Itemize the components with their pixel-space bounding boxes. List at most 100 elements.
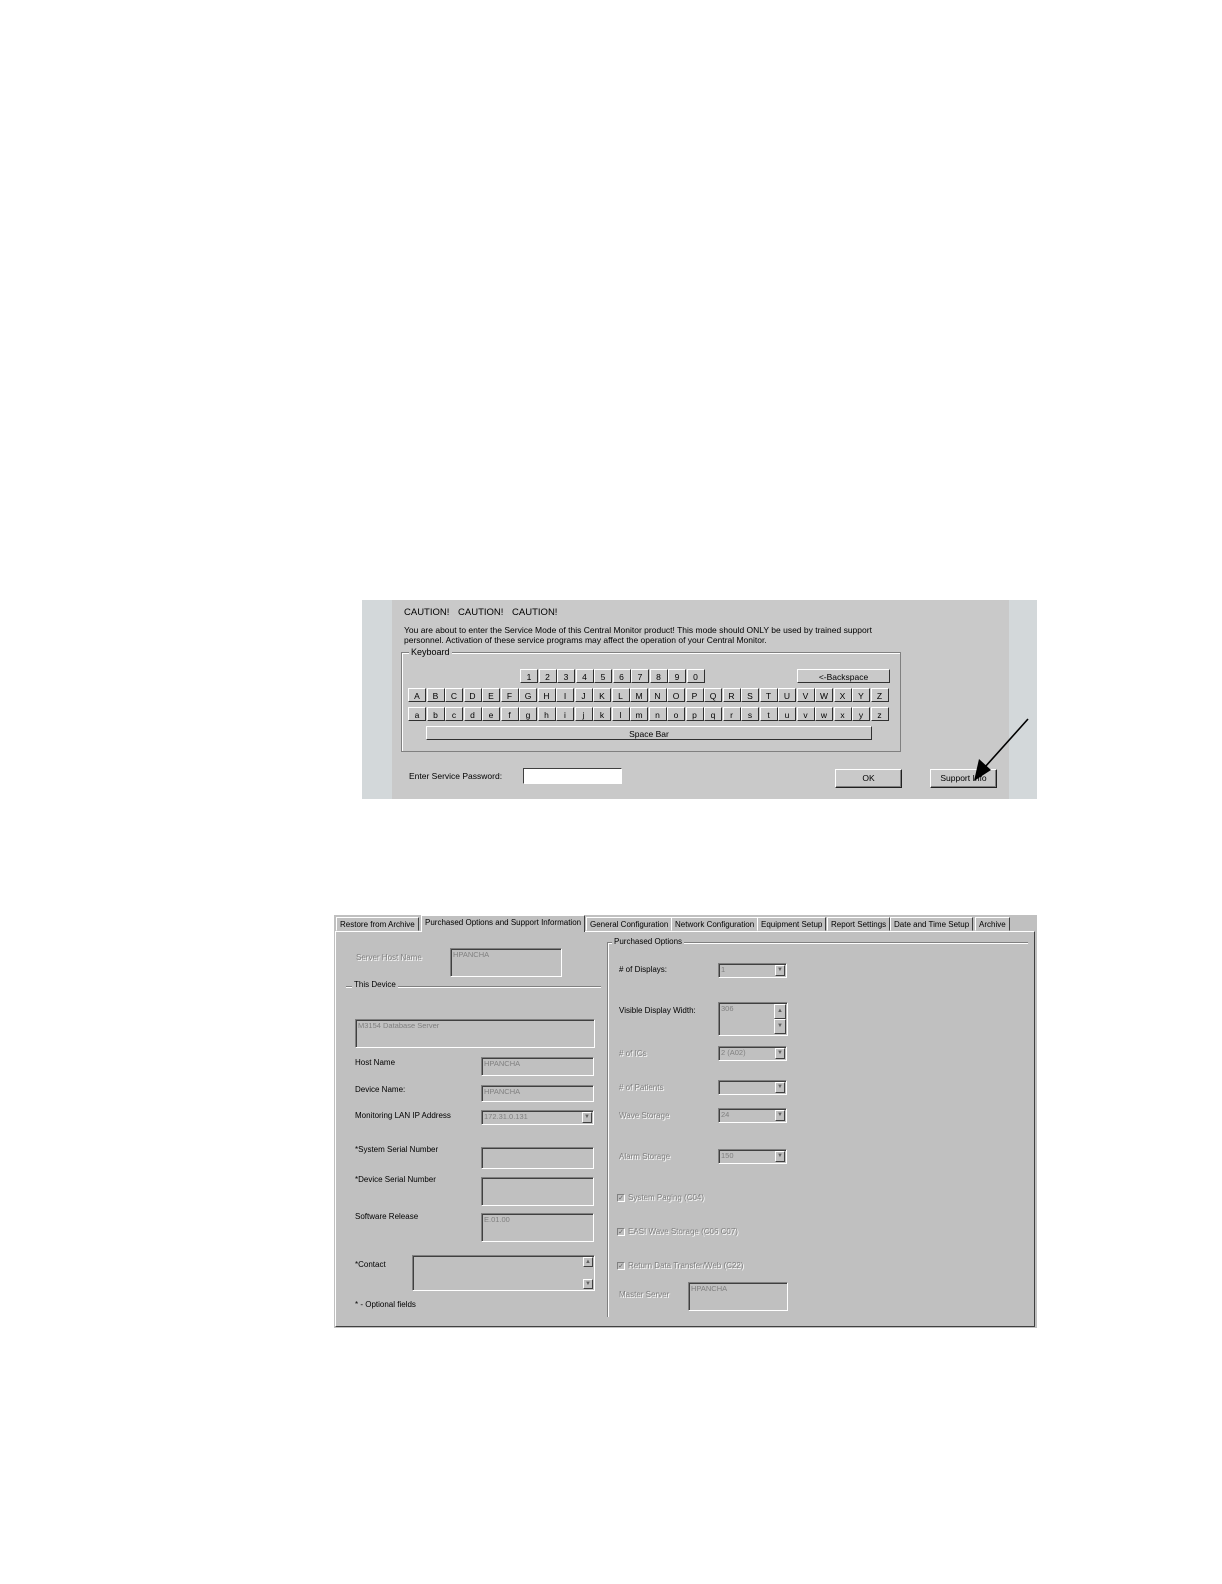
displays-combo[interactable]: 1 ▼: [718, 963, 787, 978]
chevron-down-icon[interactable]: ▼: [582, 1112, 592, 1123]
lan-ip-label: Monitoring LAN IP Address: [355, 1111, 451, 1120]
digit-key[interactable]: 5: [594, 669, 612, 683]
digit-key[interactable]: 7: [631, 669, 649, 683]
letter-key-lowercase[interactable]: w: [815, 707, 833, 721]
letter-key-lowercase[interactable]: r: [722, 707, 741, 721]
letter-key-lowercase[interactable]: m: [630, 707, 648, 721]
display-width-spinner[interactable]: 306 ▲ ▼: [718, 1002, 788, 1036]
device-name-label: Device Name:: [355, 1085, 406, 1094]
letter-key-uppercase[interactable]: X: [833, 688, 852, 702]
letter-key-uppercase[interactable]: F: [500, 688, 519, 702]
digit-key[interactable]: 0: [686, 669, 705, 683]
digit-key[interactable]: 8: [649, 669, 668, 683]
letter-key-lowercase[interactable]: e: [482, 707, 500, 721]
letter-key-uppercase[interactable]: B: [426, 688, 445, 702]
ok-button[interactable]: OK: [835, 769, 902, 788]
letter-key-uppercase[interactable]: Q: [704, 688, 722, 702]
letter-key-uppercase[interactable]: C: [445, 688, 463, 702]
letter-key-lowercase[interactable]: a: [408, 707, 426, 721]
displays-label: # of Displays:: [619, 965, 668, 974]
letter-key-uppercase[interactable]: W: [815, 688, 833, 702]
digit-key[interactable]: 1: [520, 669, 538, 683]
letter-key-uppercase[interactable]: I: [556, 688, 574, 702]
letter-key-uppercase[interactable]: D: [463, 688, 482, 702]
tab-archive[interactable]: Archive: [975, 917, 1010, 931]
tab-restore-from-archive[interactable]: Restore from Archive: [336, 917, 419, 931]
caution-message: You are about to enter the Service Mode …: [404, 625, 872, 645]
tab-report-settings[interactable]: Report Settings: [827, 917, 891, 931]
letter-key-uppercase[interactable]: G: [519, 688, 537, 702]
letter-key-uppercase[interactable]: S: [741, 688, 759, 702]
lan-ip-combo[interactable]: 172.31.0.131 ▼: [481, 1110, 594, 1125]
letter-key-uppercase[interactable]: H: [537, 688, 556, 702]
letter-key-uppercase[interactable]: P: [685, 688, 704, 702]
letter-key-lowercase[interactable]: o: [667, 707, 685, 721]
backspace-key[interactable]: <-Backspace: [797, 669, 890, 683]
letter-key-uppercase[interactable]: V: [796, 688, 815, 702]
lan-ip-value: 172.31.0.131: [484, 1112, 528, 1121]
letter-key-lowercase[interactable]: n: [648, 707, 667, 721]
letter-key-uppercase[interactable]: K: [593, 688, 611, 702]
space-bar-key[interactable]: Space Bar: [426, 726, 872, 740]
letter-key-lowercase[interactable]: x: [833, 707, 852, 721]
digit-key[interactable]: 9: [668, 669, 686, 683]
letter-key-uppercase[interactable]: T: [759, 688, 778, 702]
device-serial-input[interactable]: [481, 1177, 594, 1206]
letter-key-lowercase[interactable]: c: [445, 707, 463, 721]
letter-key-uppercase[interactable]: M: [630, 688, 648, 702]
letter-key-lowercase[interactable]: p: [685, 707, 704, 721]
spin-down-icon[interactable]: ▼: [774, 1019, 786, 1034]
letter-key-uppercase[interactable]: Z: [870, 688, 889, 702]
digit-key[interactable]: 2: [538, 669, 557, 683]
letter-key-lowercase[interactable]: i: [556, 707, 574, 721]
chevron-down-icon[interactable]: ▼: [775, 965, 785, 976]
letter-key-uppercase[interactable]: Y: [852, 688, 870, 702]
contact-textarea[interactable]: ▲ ▼: [412, 1255, 595, 1291]
letter-key-uppercase[interactable]: O: [667, 688, 685, 702]
letter-key-uppercase[interactable]: L: [611, 688, 630, 702]
tab-network-configuration[interactable]: Network Configuration: [671, 917, 759, 931]
letter-key-lowercase[interactable]: k: [593, 707, 611, 721]
letter-key-lowercase[interactable]: v: [796, 707, 815, 721]
letter-key-uppercase[interactable]: J: [574, 688, 593, 702]
letter-key-lowercase[interactable]: f: [500, 707, 519, 721]
digit-key[interactable]: 6: [612, 669, 631, 683]
letter-key-lowercase[interactable]: b: [426, 707, 445, 721]
letter-key-uppercase[interactable]: A: [408, 688, 426, 702]
password-input[interactable]: [523, 768, 622, 784]
letter-key-lowercase[interactable]: h: [537, 707, 556, 721]
system-paging-label: System Paging (C04): [628, 1193, 705, 1202]
ics-value: 2 (A02): [721, 1048, 746, 1057]
easi-wave-checkbox: ✓: [617, 1228, 625, 1236]
displays-value: 1: [721, 965, 726, 974]
letter-key-lowercase[interactable]: t: [759, 707, 778, 721]
tab-date-and-time-setup[interactable]: Date and Time Setup: [890, 917, 974, 931]
letter-key-lowercase[interactable]: u: [778, 707, 796, 721]
device-name-field: HPANCHA: [481, 1085, 594, 1102]
tab-purchased-options[interactable]: Purchased Options and Support Informatio…: [421, 915, 586, 932]
letter-key-uppercase[interactable]: N: [648, 688, 667, 702]
letter-key-uppercase[interactable]: E: [482, 688, 500, 702]
letter-key-lowercase[interactable]: z: [870, 707, 889, 721]
scroll-down-icon[interactable]: ▼: [583, 1279, 593, 1289]
letter-key-uppercase[interactable]: R: [722, 688, 741, 702]
scroll-up-icon[interactable]: ▲: [583, 1257, 593, 1267]
system-serial-input[interactable]: [481, 1147, 594, 1169]
letter-key-lowercase[interactable]: d: [463, 707, 482, 721]
tab-general-configuration[interactable]: General Configuration: [586, 917, 673, 931]
letter-key-lowercase[interactable]: s: [741, 707, 759, 721]
tab-equipment-setup[interactable]: Equipment Setup: [757, 917, 827, 931]
software-release-label: Software Release: [355, 1212, 419, 1221]
letter-key-uppercase[interactable]: U: [778, 688, 796, 702]
digit-key[interactable]: 4: [575, 669, 594, 683]
letter-key-lowercase[interactable]: j: [574, 707, 593, 721]
digit-key[interactable]: 3: [557, 669, 575, 683]
letter-key-lowercase[interactable]: l: [611, 707, 630, 721]
letter-key-lowercase[interactable]: g: [519, 707, 537, 721]
wave-storage-combo: 24 ▼: [718, 1108, 787, 1123]
return-data-label: Return Data Transfer/Web (C22): [628, 1261, 744, 1270]
master-server-field: HPANCHA: [688, 1282, 788, 1311]
letter-key-lowercase[interactable]: q: [704, 707, 722, 721]
letter-key-lowercase[interactable]: y: [852, 707, 870, 721]
spin-up-icon[interactable]: ▲: [774, 1004, 786, 1019]
